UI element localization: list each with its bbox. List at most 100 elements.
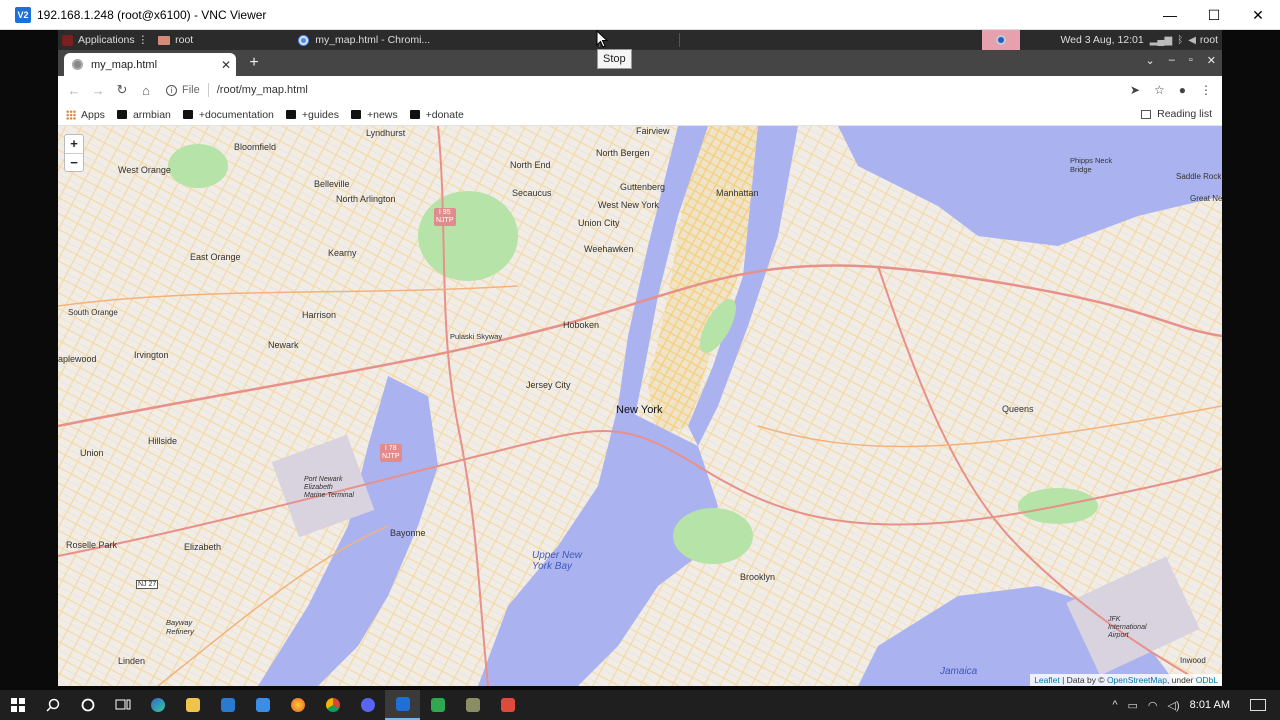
panel-user[interactable]: root bbox=[1200, 34, 1218, 46]
taskbar-clock[interactable]: 8:01 AM bbox=[1190, 699, 1230, 711]
map-attribution: Leaflet | Data by © OpenStreetMap, under… bbox=[1030, 674, 1222, 686]
menu-kebab-icon[interactable]: ⋮ bbox=[1200, 83, 1212, 97]
tab-close-icon[interactable]: ✕ bbox=[218, 58, 234, 72]
tabstrip-controls: ⌄ – ▫ ✕ bbox=[1146, 54, 1216, 67]
url-text[interactable]: /root/my_map.html bbox=[217, 84, 308, 96]
forward-button[interactable]: → bbox=[86, 83, 110, 98]
bookmark-guides[interactable]: +guides bbox=[285, 108, 339, 121]
mail-button[interactable] bbox=[245, 690, 280, 720]
tab-my-map[interactable]: my_map.html ✕ bbox=[64, 53, 236, 76]
new-tab-button[interactable]: + bbox=[244, 54, 264, 72]
info-icon[interactable]: i bbox=[166, 84, 177, 96]
app-green-button[interactable] bbox=[420, 690, 455, 720]
map-label: West New York bbox=[598, 200, 659, 210]
close-button[interactable]: ✕ bbox=[1236, 0, 1280, 30]
map-label: Saddle Rock bbox=[1176, 172, 1222, 181]
applications-label: Applications bbox=[78, 34, 135, 46]
panel-clock[interactable]: Wed 3 Aug, 12:01 bbox=[1060, 34, 1143, 46]
search-button[interactable] bbox=[35, 690, 70, 720]
bookmark-label: +guides bbox=[301, 108, 339, 121]
armbian-favicon-icon bbox=[409, 110, 420, 119]
folder-launcher[interactable]: root bbox=[158, 34, 193, 46]
app-tool-button[interactable] bbox=[455, 690, 490, 720]
profile-icon[interactable]: ● bbox=[1179, 83, 1186, 97]
highway-shield: I 78 NJTP bbox=[380, 444, 402, 462]
bookmark-armbian[interactable]: armbian bbox=[116, 109, 171, 121]
remote-desktop[interactable]: Applications ⋮ root my_map.html - Chromi… bbox=[0, 30, 1280, 690]
volume-icon[interactable]: ◀ bbox=[1188, 35, 1196, 46]
chrome-button[interactable] bbox=[315, 690, 350, 720]
vnc-indicator[interactable] bbox=[982, 30, 1021, 50]
back-button[interactable]: ← bbox=[62, 83, 86, 98]
taskbar-item-chromium[interactable]: my_map.html - Chromi... bbox=[298, 34, 430, 46]
map-label: Lyndhurst bbox=[366, 128, 406, 138]
leaflet-link[interactable]: Leaflet bbox=[1034, 675, 1060, 685]
map-label-water: Upper New York Bay bbox=[532, 550, 583, 572]
start-button[interactable] bbox=[0, 690, 35, 720]
map-label: East Orange bbox=[190, 252, 241, 262]
map-label-water: Jamaica bbox=[940, 666, 978, 677]
tab-search-icon[interactable]: ⌄ bbox=[1146, 54, 1155, 67]
window-close-icon[interactable]: ✕ bbox=[1207, 54, 1216, 67]
bookmark-donate[interactable]: +donate bbox=[409, 109, 464, 121]
tab-strip: my_map.html ✕ + ⌄ – ▫ ✕ bbox=[58, 50, 1222, 76]
bookmark-star-icon[interactable]: ☆ bbox=[1154, 83, 1165, 97]
bookmark-documentation[interactable]: +documentation bbox=[182, 109, 274, 121]
tray-chevron-icon[interactable]: ^ bbox=[1112, 699, 1117, 712]
window-minimize-icon[interactable]: – bbox=[1169, 54, 1175, 67]
task-slot[interactable] bbox=[600, 33, 681, 47]
reload-button[interactable]: ↻ bbox=[110, 82, 134, 98]
chromium-icon bbox=[298, 34, 310, 46]
app-red-button[interactable] bbox=[490, 690, 525, 720]
map-canvas[interactable]: + − Lyndhurst Fairview Bloomfield North … bbox=[58, 126, 1222, 686]
map-label: Elizabeth bbox=[184, 542, 222, 552]
wifi-icon[interactable]: ◠ bbox=[1148, 699, 1158, 712]
vnc-viewer-button[interactable] bbox=[385, 690, 420, 720]
bookmark-apps[interactable]: Apps bbox=[66, 109, 105, 121]
file-explorer-button[interactable] bbox=[175, 690, 210, 720]
odbl-link[interactable]: ODbL bbox=[1196, 675, 1218, 685]
reading-list-icon bbox=[1141, 109, 1152, 119]
maximize-button[interactable]: ☐ bbox=[1192, 0, 1236, 30]
highway-shield: I 95 NJTP bbox=[434, 208, 456, 226]
task-slot[interactable] bbox=[520, 33, 601, 47]
zoom-in-button[interactable]: + bbox=[65, 135, 83, 153]
task-view-button[interactable] bbox=[105, 690, 140, 720]
omnibox[interactable]: i File /root/my_map.html bbox=[166, 83, 1130, 97]
map-label: Newark bbox=[268, 340, 299, 350]
map-label: Union City bbox=[578, 218, 620, 228]
map-label: Roselle Park bbox=[66, 540, 118, 550]
map-label: Bayonne bbox=[390, 528, 426, 538]
home-button[interactable]: ⌂ bbox=[134, 83, 158, 98]
battery-icon[interactable]: ▭ bbox=[1128, 699, 1138, 712]
applications-menu[interactable]: Applications ⋮ bbox=[58, 34, 148, 46]
bookmark-news[interactable]: +news bbox=[350, 109, 398, 121]
osm-link[interactable]: OpenStreetMap bbox=[1107, 675, 1167, 685]
firefox-button[interactable] bbox=[280, 690, 315, 720]
edge-button[interactable] bbox=[140, 690, 175, 720]
map-label: Secaucus bbox=[512, 188, 552, 198]
omnibox-divider bbox=[207, 83, 209, 97]
zoom-out-button[interactable]: − bbox=[65, 153, 83, 171]
discord-button[interactable] bbox=[350, 690, 385, 720]
panel-right: Wed 3 Aug, 12:01 ▂▄▆ ᛒ ◀ root bbox=[982, 30, 1222, 50]
reading-list-button[interactable]: Reading list bbox=[1141, 108, 1212, 120]
xfce-panel: Applications ⋮ root my_map.html - Chromi… bbox=[58, 30, 1222, 50]
cortana-button[interactable] bbox=[70, 690, 105, 720]
store-button[interactable] bbox=[210, 690, 245, 720]
minimize-button[interactable]: — bbox=[1148, 0, 1192, 30]
vnc-window-title: 192.168.1.248 (root@x6100) - VNC Viewer bbox=[37, 7, 267, 22]
window-restore-icon[interactable]: ▫ bbox=[1189, 54, 1193, 67]
panel-tray: ▂▄▆ ᛒ ◀ bbox=[1150, 35, 1196, 46]
map-label: South Orange bbox=[68, 308, 118, 317]
cortana-icon bbox=[81, 698, 94, 712]
taskbar-item-chromium-label: my_map.html - Chromi... bbox=[315, 34, 431, 46]
map-label: Belleville bbox=[314, 179, 350, 189]
bluetooth-icon[interactable]: ᛒ bbox=[1177, 35, 1183, 46]
signal-icon[interactable]: ▂▄▆ bbox=[1150, 35, 1172, 46]
notification-icon[interactable] bbox=[1250, 699, 1266, 711]
speaker-icon[interactable]: ◁) bbox=[1168, 699, 1180, 712]
armbian-favicon-icon bbox=[182, 110, 193, 119]
map-label: New York bbox=[616, 404, 663, 416]
send-icon[interactable]: ➤ bbox=[1130, 83, 1140, 97]
